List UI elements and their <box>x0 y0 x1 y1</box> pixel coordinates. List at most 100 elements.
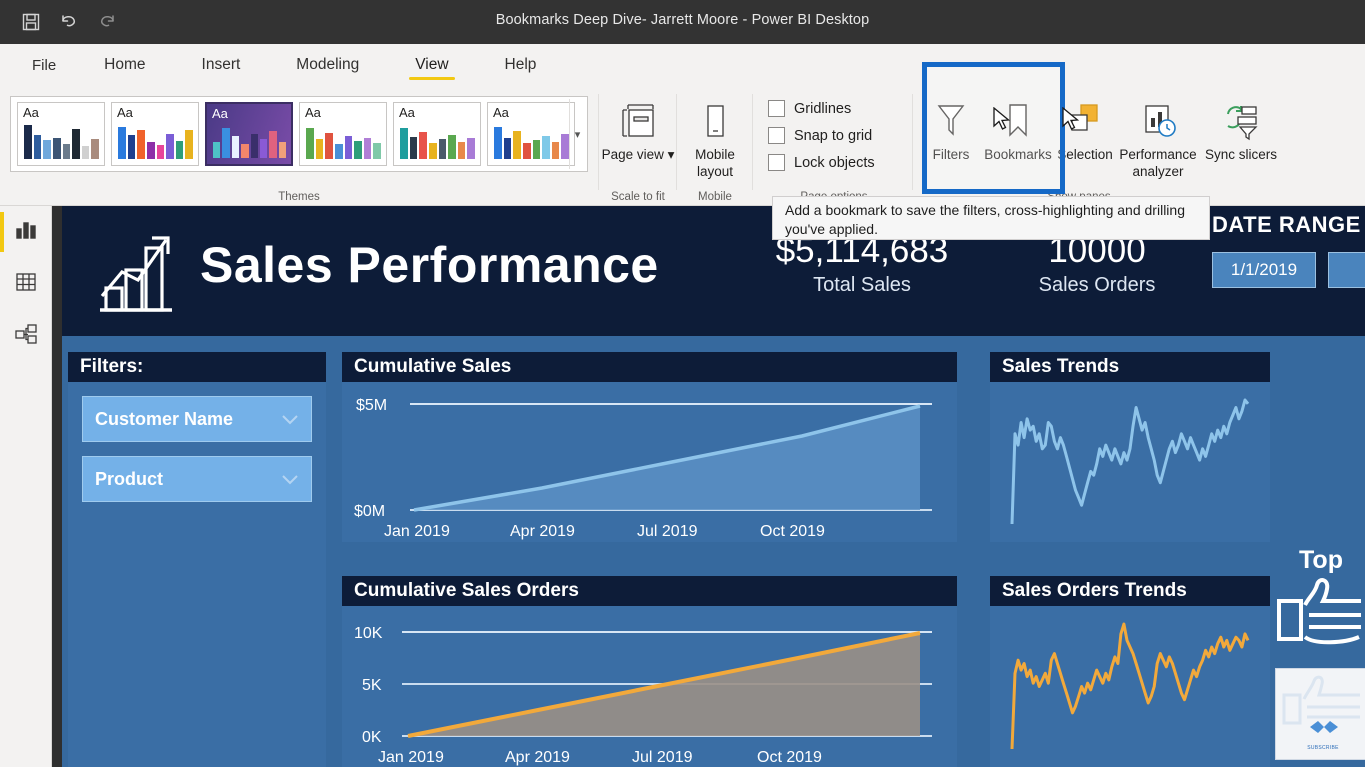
sidebar-item-model-view[interactable] <box>0 310 52 362</box>
x-tick: Jan 2019 <box>378 749 444 766</box>
slicer-customer-name[interactable]: Customer Name <box>82 396 312 442</box>
group-separator <box>912 94 913 190</box>
kpi-total-sales-caption: Total Sales <box>813 274 911 296</box>
group-separator <box>752 94 753 190</box>
subscribe-badge-icon <box>1304 717 1344 742</box>
performance-analyzer-label: Performance analyzer <box>1119 147 1197 179</box>
tab-file[interactable]: File <box>26 44 62 86</box>
chevron-down-icon[interactable]: ▾ <box>668 147 675 162</box>
theme-card[interactable]: Aa <box>299 102 387 166</box>
bookmarks-tooltip: Add a bookmark to save the filters, cros… <box>772 196 1210 240</box>
chart-sales-orders-trends-plot <box>990 606 1270 767</box>
filters-label: Filters <box>932 147 970 162</box>
x-tick: Apr 2019 <box>510 523 575 540</box>
tab-view[interactable]: View <box>409 44 455 86</box>
title-bar: Bookmarks Deep Dive- Jarrett Moore - Pow… <box>0 0 1365 44</box>
quick-access-toolbar <box>20 11 118 33</box>
snap-to-grid-checkbox[interactable]: Snap to grid <box>768 127 875 144</box>
page-options-checkbox-list: Gridlines Snap to grid Lock objects <box>768 100 875 181</box>
lock-objects-label: Lock objects <box>794 154 875 171</box>
tab-home[interactable]: Home <box>98 44 151 86</box>
theme-sample-text: Aa <box>23 105 39 120</box>
date-range-inputs: 1/1/2019 12 <box>1212 252 1365 288</box>
y-tick-mid: 5K <box>362 677 382 694</box>
chart-cumulative-sales-orders-title: Cumulative Sales Orders <box>342 576 957 606</box>
theme-bars <box>494 125 569 159</box>
sidebar-item-data-view[interactable] <box>0 258 52 310</box>
cumulative-sales-orders-svg: 10K 5K 0K Jan 2019 Apr 2019 Jul 2019 Oct… <box>354 625 932 766</box>
filters-panel-body: Customer Name Product <box>68 396 326 502</box>
slicer-product[interactable]: Product <box>82 456 312 502</box>
subscribe-card: SUBSCRIBE <box>1275 668 1365 760</box>
ribbon-group-mobile: Mobile layout Mobile <box>678 86 752 206</box>
group-label-scale-to-fit: Scale to fit <box>611 191 665 203</box>
sales-orders-trends-svg <box>1010 622 1250 750</box>
chart-sales-trends[interactable]: Sales Trends <box>990 352 1270 542</box>
tab-modeling[interactable]: Modeling <box>290 44 365 86</box>
x-tick: Oct 2019 <box>760 523 825 540</box>
tab-insert[interactable]: Insert <box>196 44 247 86</box>
chevron-down-icon[interactable] <box>281 469 299 490</box>
date-range-title: DATE RANGE <box>1212 212 1361 237</box>
performance-analyzer-button[interactable]: Performance analyzer <box>1115 96 1201 188</box>
gridlines-label: Gridlines <box>794 100 852 117</box>
theme-card-selected[interactable]: Aa <box>205 102 293 166</box>
chart-sales-trends-plot <box>990 382 1270 542</box>
mobile-layout-icon <box>695 96 735 142</box>
theme-sample-text: Aa <box>493 105 509 120</box>
selection-pane-button[interactable]: Selection <box>1048 96 1122 188</box>
mouse-cursor-icon <box>1062 106 1082 138</box>
date-range-slicer[interactable]: DATE RANGE 1/1/2019 12 <box>1212 212 1365 288</box>
chart-cumulative-sales-orders[interactable]: Cumulative Sales Orders 10K 5K 0K Jan 20… <box>342 576 957 767</box>
x-tick: Oct 2019 <box>757 749 822 766</box>
date-range-end-input[interactable]: 12 <box>1328 252 1365 288</box>
undo-icon[interactable] <box>58 11 80 33</box>
date-range-start-input[interactable]: 1/1/2019 <box>1212 252 1316 288</box>
save-icon[interactable] <box>20 11 42 33</box>
thumbs-up-icon <box>1275 578 1365 653</box>
checkbox-box <box>768 154 785 171</box>
chart-sales-orders-trends[interactable]: Sales Orders Trends <box>990 576 1270 767</box>
view-switcher-rail <box>0 206 52 767</box>
filters-pane-button[interactable]: Filters <box>914 96 988 188</box>
theme-card[interactable]: Aa <box>17 102 105 166</box>
themes-more-chevron-icon[interactable]: ▾ <box>569 99 585 169</box>
report-canvas[interactable]: Sales Performance $5,114,683 Total Sales… <box>62 206 1365 767</box>
sales-trends-svg <box>1010 398 1250 525</box>
sidebar-item-report-view[interactable] <box>0 206 52 258</box>
ribbon-group-show-panes: Filters Bookmarks Selection Performance … <box>914 86 1277 206</box>
window-title: Bookmarks Deep Dive- Jarrett Moore - Pow… <box>495 12 870 28</box>
themes-gallery[interactable]: Aa Aa Aa Aa Aa Aa ▾ <box>10 96 588 172</box>
sync-slicers-button[interactable]: Sync slicers <box>1204 96 1278 188</box>
mobile-layout-button[interactable]: Mobile layout <box>678 96 752 188</box>
theme-bars <box>118 125 193 159</box>
mobile-layout-label: Mobile layout <box>695 147 735 179</box>
chevron-down-icon[interactable] <box>281 409 299 430</box>
top-overlay: Top <box>1275 546 1365 654</box>
theme-card[interactable]: Aa <box>111 102 199 166</box>
sync-slicers-label: Sync slicers <box>1204 147 1277 162</box>
chart-cumulative-sales[interactable]: Cumulative Sales $5M $0M Jan 2019 Apr 20… <box>342 352 957 542</box>
theme-sample-text: Aa <box>117 105 133 120</box>
filters-panel: Filters: Customer Name Product <box>68 352 326 767</box>
page-view-text: Page view <box>601 147 664 162</box>
kpi-sales-orders: 10000 Sales Orders <box>997 230 1197 297</box>
tab-help[interactable]: Help <box>499 44 543 86</box>
chart-sales-trends-title: Sales Trends <box>990 352 1270 382</box>
chart-cumulative-sales-title: Cumulative Sales <box>342 352 957 382</box>
slicer-product-label: Product <box>95 468 164 489</box>
cumulative-sales-svg: $5M $0M Jan 2019 Apr 2019 Jul 2019 Oct 2… <box>354 397 932 540</box>
chart-cumulative-sales-orders-plot: 10K 5K 0K Jan 2019 Apr 2019 Jul 2019 Oct… <box>342 606 957 767</box>
group-separator <box>598 94 599 190</box>
redo-icon[interactable] <box>96 11 118 33</box>
y-tick-top: 10K <box>354 625 383 642</box>
page-view-label: Page view ▾ <box>602 146 675 163</box>
theme-bars <box>400 125 475 159</box>
gridlines-checkbox[interactable]: Gridlines <box>768 100 875 117</box>
lock-objects-checkbox[interactable]: Lock objects <box>768 154 875 171</box>
y-tick-bottom: $0M <box>354 503 385 520</box>
performance-analyzer-icon <box>1135 96 1181 142</box>
page-view-button[interactable]: Page view ▾ <box>601 96 675 188</box>
theme-card[interactable]: Aa <box>487 102 575 166</box>
theme-card[interactable]: Aa <box>393 102 481 166</box>
